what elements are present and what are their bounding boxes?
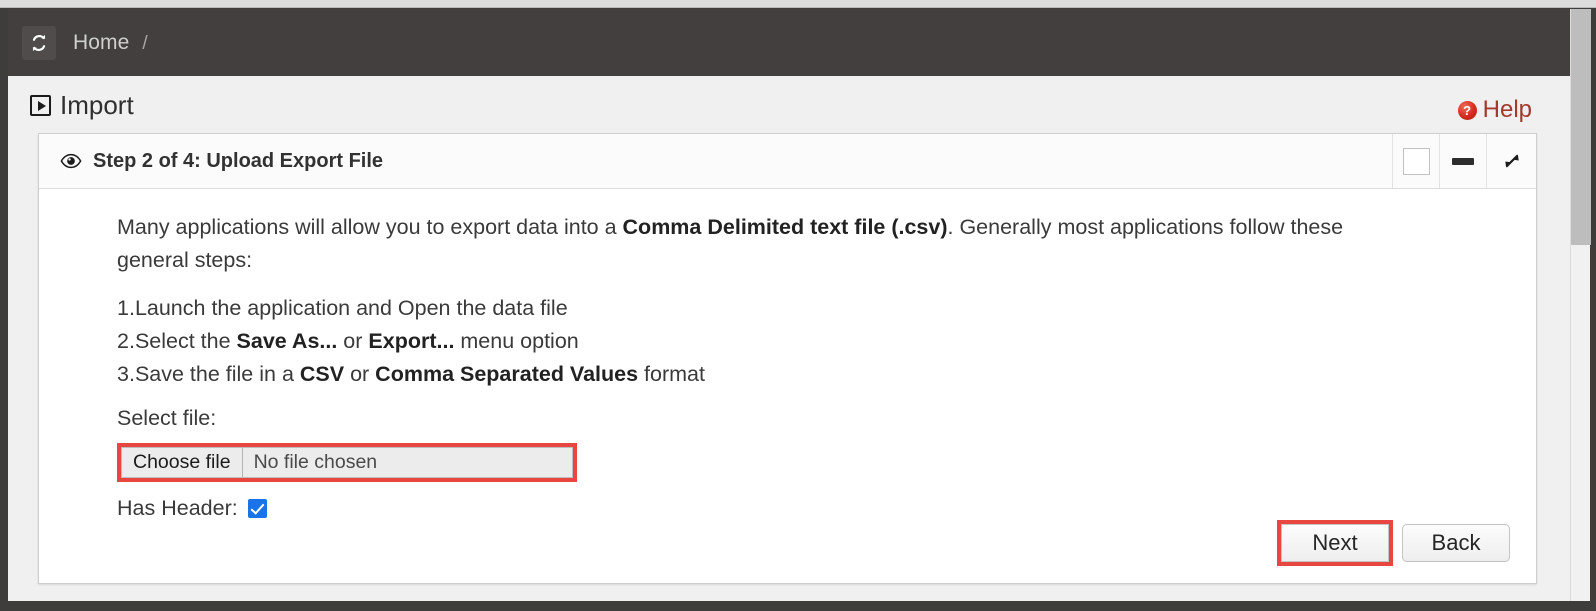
intro-bold-csv: Comma Delimited text file (.csv) [622, 215, 948, 239]
next-button-highlight: Next [1277, 520, 1393, 566]
window-left-gutter [0, 8, 8, 611]
step-text-a: Select the [134, 329, 237, 354]
square-icon [1402, 147, 1430, 175]
step-bold-b: Export... [368, 329, 455, 354]
intro-paragraph: Many applications will allow you to expo… [117, 211, 1405, 276]
file-input[interactable]: Choose file No file chosen [121, 447, 573, 479]
step-number: 2. [117, 329, 135, 354]
dash-icon [1452, 157, 1474, 165]
step-number: 1. [117, 296, 135, 321]
step-text-b: or [337, 329, 369, 354]
breadcrumb: Home / [73, 31, 148, 55]
file-input-row: Choose file No file chosen [117, 443, 1508, 483]
top-navbar: Home / [8, 9, 1590, 76]
intro-text-1: Many applications will allow you to expo… [117, 215, 623, 239]
step-bold-a: CSV [299, 361, 345, 386]
help-label: Help [1482, 96, 1532, 123]
step-item: 3.Save the file in a CSV or Comma Separa… [117, 358, 1508, 391]
import-play-icon [30, 95, 51, 116]
help-link[interactable]: ? Help [1457, 96, 1532, 124]
restore-button[interactable] [1392, 134, 1439, 188]
import-wizard-panel: Step 2 of 4: Upload Export File Many app… [38, 133, 1537, 584]
step-text-a: Launch the application and Open the data… [134, 296, 568, 321]
expand-button[interactable] [1486, 134, 1536, 188]
scrollbar-thumb[interactable] [1571, 9, 1591, 245]
panel-title: Step 2 of 4: Upload Export File [39, 134, 1392, 188]
has-header-label: Has Header: [117, 496, 238, 521]
page-body: Import ? Help Step 2 of 4: Upload Export… [8, 76, 1590, 601]
choose-file-button[interactable]: Choose file [122, 448, 243, 478]
step-item: 2.Select the Save As... or Export... men… [117, 325, 1508, 358]
step-item: 1.Launch the application and Open the da… [117, 292, 1508, 325]
steps-list: 1.Launch the application and Open the da… [117, 292, 1508, 390]
app-window: Home / Import ? Help Step 2 of 4: Upload… [0, 0, 1596, 611]
page-title-label: Import [60, 90, 134, 120]
window-top-strip [0, 0, 1596, 8]
panel-header: Step 2 of 4: Upload Export File [39, 134, 1536, 189]
step-text-b: or [344, 361, 376, 386]
panel-footer: Next Back [1277, 520, 1510, 566]
panel-body: Many applications will allow you to expo… [39, 189, 1536, 584]
window-bottom-gutter [0, 601, 1596, 611]
breadcrumb-item-home[interactable]: Home [73, 31, 129, 55]
step-bold-b: Comma Separated Values [375, 361, 639, 386]
select-file-label: Select file: [117, 406, 217, 431]
step-number: 3. [117, 361, 135, 386]
help-question-icon: ? [1457, 100, 1477, 120]
back-button[interactable]: Back [1402, 524, 1510, 562]
minimize-button[interactable] [1439, 134, 1486, 188]
step-text-c: menu option [454, 329, 579, 354]
step-bold-a: Save As... [236, 329, 338, 354]
next-button[interactable]: Next [1281, 524, 1389, 562]
refresh-sync-icon[interactable] [22, 25, 56, 60]
panel-title-label: Step 2 of 4: Upload Export File [93, 149, 384, 172]
has-header-row: Has Header: [117, 496, 1508, 521]
step-text-c: format [638, 361, 705, 386]
eye-icon [60, 153, 82, 169]
file-name-text: No file chosen [253, 451, 378, 474]
diagonal-arrows-icon [1504, 154, 1519, 168]
file-input-highlight: Choose file No file chosen [117, 443, 577, 483]
has-header-checkbox[interactable] [247, 499, 267, 519]
breadcrumb-separator: / [142, 32, 148, 54]
vertical-scrollbar[interactable] [1570, 9, 1591, 601]
page-header: Import ? Help [30, 90, 1580, 134]
step-text-a: Save the file in a [134, 361, 300, 386]
page-title: Import [30, 90, 1580, 121]
